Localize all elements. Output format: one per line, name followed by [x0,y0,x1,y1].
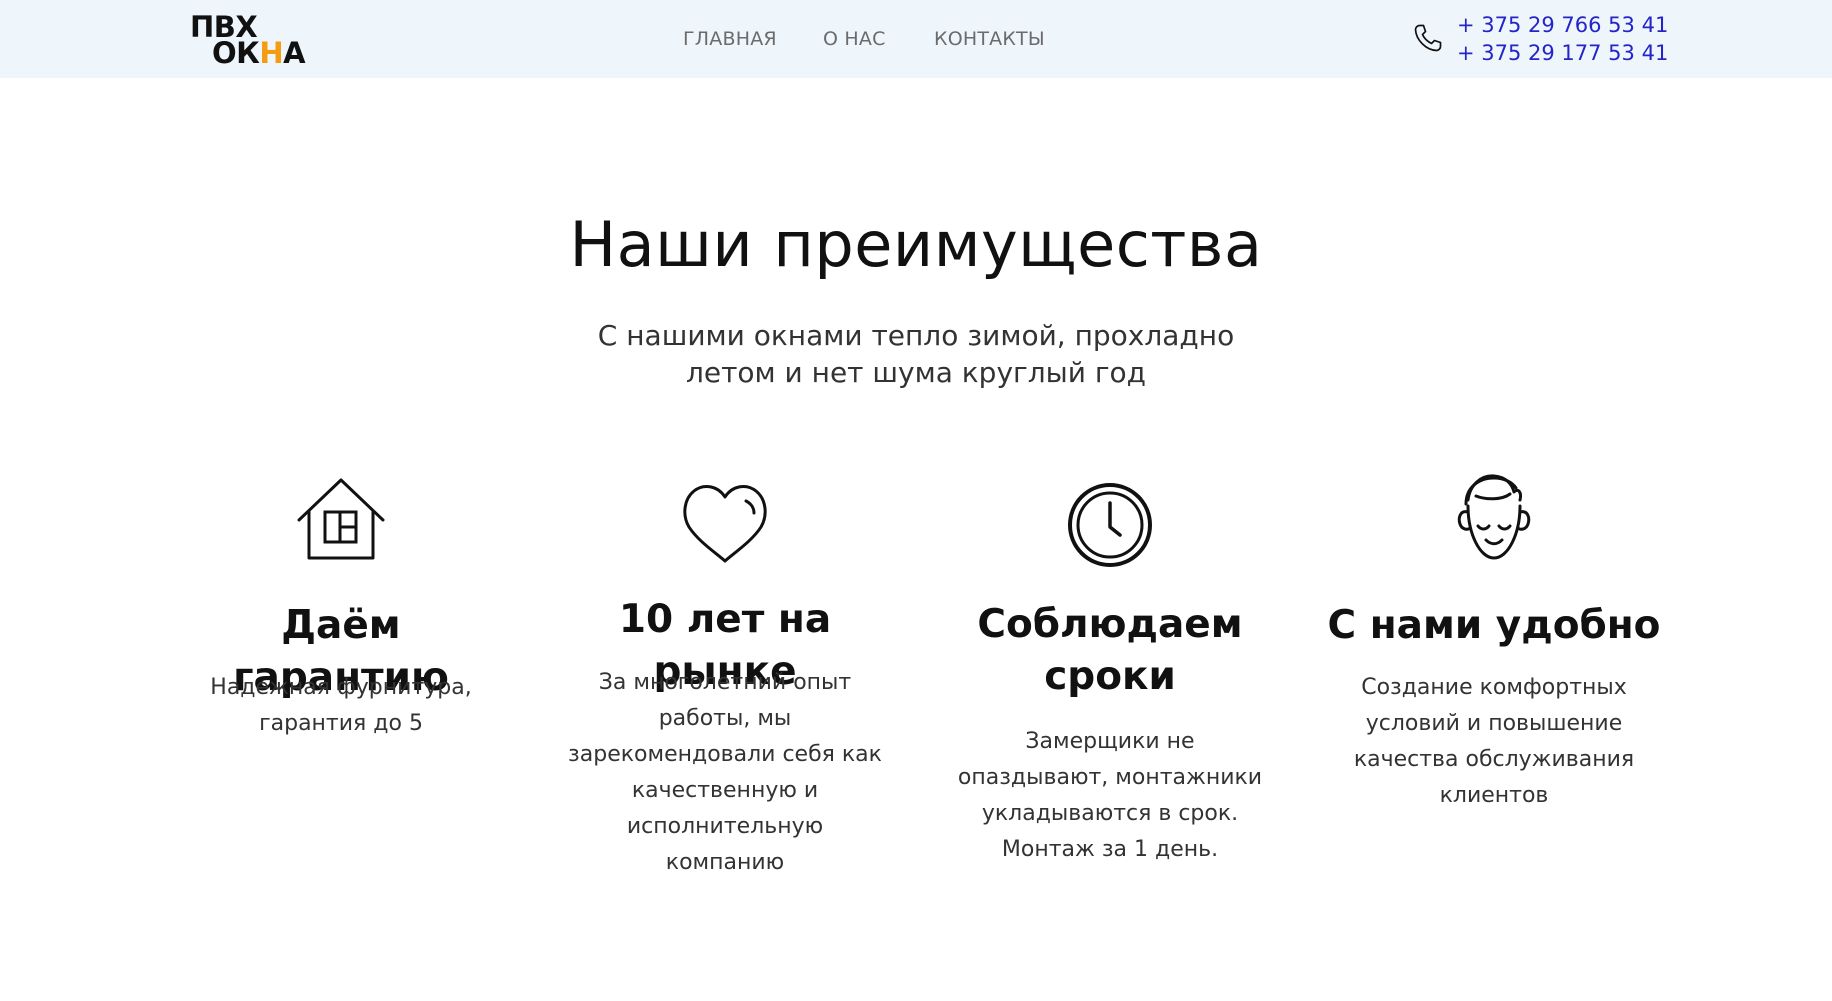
smiling-face-icon [1446,470,1542,566]
feature-card-deadlines: Соблюдаем сроки Замерщики не опаздывают,… [940,470,1280,890]
feature-card-guarantee: Даём гарантию Надежная фурнитура, гарант… [176,470,506,770]
nav-item-home[interactable]: ГЛАВНАЯ [683,28,777,50]
nav-item-about[interactable]: О НАС [823,28,886,50]
phone-icon [1412,22,1444,54]
logo-text-part: А [283,36,306,70]
feature-card-comfort: С нами удобно Создание комфортных услови… [1324,470,1664,830]
feature-card-experience: 10 лет на рынке За многолетний опыт рабо… [559,470,891,890]
logo[interactable]: ПВХ ОКНА [190,12,320,70]
phone-link-1[interactable]: + 375 29 766 53 41 [1457,11,1668,39]
feature-title: С нами удобно [1327,603,1661,648]
section-title: Наши преимущества [569,208,1263,281]
heart-icon [680,477,770,567]
nav-item-contacts[interactable]: КОНТАКТЫ [934,28,1045,50]
feature-description: Надежная фурнитура, гарантия до 5 [210,675,472,736]
logo-text-part: ОК [212,36,260,70]
clock-icon [1065,480,1155,570]
site-header: ПВХ ОКНА ГЛАВНАЯ О НАС КОНТАКТЫ + 375 29… [0,0,1832,78]
feature-title: Соблюдаем сроки [977,602,1243,699]
feature-description: Замерщики не опаздывают, монтажники укла… [957,729,1263,862]
feature-description: За многолетний опыт работы, мы зарекомен… [568,670,882,875]
house-icon [295,470,387,562]
logo-accent-letter: Н [259,36,284,70]
phone-numbers: + 375 29 766 53 41 + 375 29 177 53 41 [1457,11,1668,67]
section-subtitle: С нашими окнами тепло зимой, прохладно л… [597,319,1235,389]
logo-line-2: ОКНА [212,39,306,68]
feature-description: Создание комфортных условий и повышение … [1353,675,1635,808]
phone-link-2[interactable]: + 375 29 177 53 41 [1457,39,1668,67]
